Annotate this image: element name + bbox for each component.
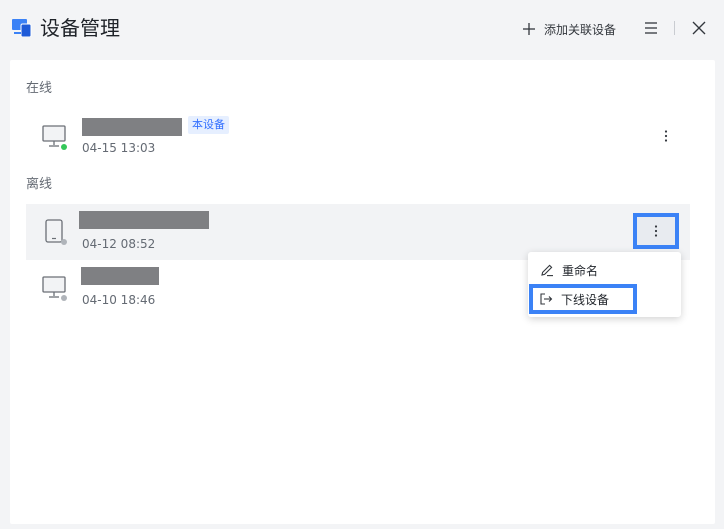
tablet-icon: [45, 219, 67, 245]
more-options-icon: [654, 225, 658, 237]
offline-section-label: 离线: [26, 177, 53, 192]
window-title: 设备管理: [40, 16, 120, 40]
device-last-active: 04-15 13:03: [82, 141, 156, 155]
device-last-active: 04-12 08:52: [82, 237, 156, 251]
logout-icon: [540, 293, 553, 305]
menu-item-rename[interactable]: 重命名: [528, 258, 681, 282]
close-icon[interactable]: [691, 20, 707, 36]
titlebar-divider: [674, 21, 675, 35]
status-online-dot: [61, 144, 67, 150]
desktop-icon: [42, 276, 67, 301]
more-options-icon[interactable]: [658, 128, 674, 144]
online-section-label: 在线: [26, 81, 53, 96]
device-name-redacted: [82, 118, 182, 136]
plus-icon: [523, 23, 535, 35]
menu-item-logout-label: 下线设备: [561, 292, 610, 307]
title-bar: 设备管理 添加关联设备: [0, 0, 724, 58]
menu-item-rename-label: 重命名: [562, 263, 599, 278]
edit-icon: [541, 264, 553, 277]
device-row[interactable]: 本设备 04-15 13:03: [26, 107, 690, 163]
menu-icon[interactable]: [643, 20, 659, 36]
status-offline-dot: [61, 295, 67, 301]
menu-item-logout-device[interactable]: 下线设备: [529, 284, 637, 314]
add-linked-device-button[interactable]: 添加关联设备: [522, 18, 616, 40]
device-name-redacted: [81, 267, 159, 285]
device-name-redacted: [79, 211, 209, 229]
desktop-icon: [42, 125, 67, 150]
more-options-button[interactable]: [633, 213, 679, 249]
device-last-active: 04-10 18:46: [82, 293, 156, 307]
add-linked-device-label: 添加关联设备: [544, 22, 617, 37]
device-manager-icon: [12, 19, 32, 37]
status-offline-dot: [61, 239, 67, 245]
this-device-badge: 本设备: [188, 116, 229, 134]
